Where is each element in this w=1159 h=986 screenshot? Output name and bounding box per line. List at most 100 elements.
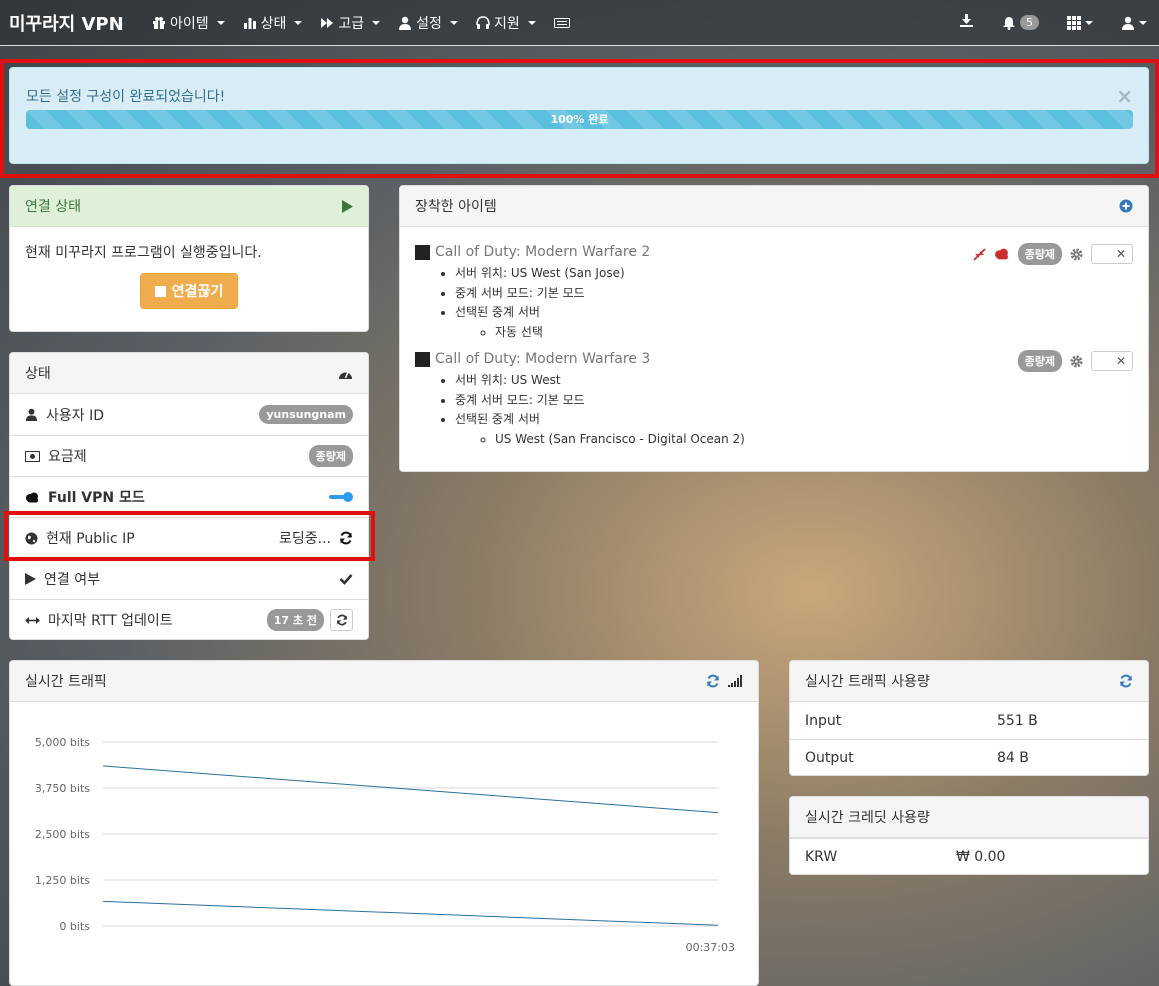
list-item: 선택된 중계 서버 자동 선택 — [455, 303, 1135, 342]
game-logo-icon — [415, 351, 430, 367]
nav-status-label: 상태 — [260, 15, 287, 32]
plan-badge: 종량제 — [308, 445, 353, 467]
y-tick-label: 2,500 bits — [35, 828, 90, 841]
game-controls: 종량제 ✕ — [1017, 350, 1133, 372]
nav-keyboard-button[interactable] — [553, 17, 570, 29]
usage-key: Input — [805, 712, 842, 729]
equipped-items-heading: 장착한 아이템 — [400, 186, 1148, 227]
game-details-list: 서버 위치: US West (San Jose) 중계 서버 모드: 기본 모… — [455, 264, 1135, 342]
alert-message: 모든 설정 구성이 완료되었습니다! — [26, 89, 226, 105]
unequip-toggle[interactable]: ✕ — [1091, 244, 1133, 264]
realtime-traffic-heading: 실시간 트래픽 — [10, 661, 758, 702]
brand-logo[interactable]: 미꾸라지 VPN — [0, 10, 140, 36]
game-details-list: 서버 위치: US West 중계 서버 모드: 기본 모드 선택된 중계 서버… — [455, 371, 1135, 449]
status-row-user-id: 사용자 ID yunsungnam — [10, 394, 368, 435]
user-icon — [1122, 16, 1134, 30]
apps-grid-menu[interactable] — [1067, 15, 1093, 30]
plan-badge: 종량제 — [1017, 350, 1062, 372]
compress-icon[interactable] — [972, 247, 986, 261]
traffic-line-chart: 5,000 bits 3,750 bits 2,500 bits 1,250 bits… — [35, 736, 735, 954]
connection-status-panel: 연결 상태 현재 미꾸라지 프로그램이 실행중입니다. 연결끊기 — [9, 185, 369, 332]
signal-icon[interactable] — [728, 675, 743, 687]
connection-status-heading: 연결 상태 — [10, 186, 368, 227]
chevron-down-icon — [1085, 20, 1093, 25]
series-line — [102, 765, 719, 814]
alert-close-button[interactable]: × — [1116, 84, 1133, 108]
realtime-traffic-panel: 실시간 트래픽 5,000 bits 3,750 bits 2,500 bits 1,… — [9, 660, 759, 986]
rtt-label: 마지막 RTT 업데이트 — [48, 613, 173, 629]
gear-icon[interactable] — [1070, 248, 1083, 261]
y-tick-label: 3,750 bits — [35, 782, 90, 795]
keyboard-icon — [553, 17, 570, 28]
nav-advanced-menu[interactable]: 고급 — [320, 13, 381, 33]
list-item: 선택된 중계 서버 US West (San Francisco - Digit… — [455, 410, 1135, 449]
y-tick-label: 1,250 bits — [35, 874, 90, 887]
chevron-down-icon — [372, 20, 381, 25]
rtt-refresh-button[interactable] — [330, 609, 353, 631]
usage-key: Output — [805, 750, 854, 766]
nav-items-menu[interactable]: 아이템 — [152, 13, 225, 33]
nav-support-menu[interactable]: 지원 — [476, 13, 536, 33]
check-icon — [339, 574, 353, 585]
panel-title: 장착한 아이템 — [415, 199, 497, 215]
gift-icon — [153, 16, 165, 29]
table-row: KRW ₩ 0.00 — [790, 838, 1148, 874]
account-menu[interactable] — [1121, 16, 1147, 30]
list-item: 서버 위치: US West (San Jose) — [455, 264, 1135, 284]
dashboard-icon — [339, 371, 352, 379]
credit-value: ₩ 0.00 — [956, 849, 1006, 865]
nav-advanced-label: 고급 — [338, 15, 365, 32]
close-icon: ✕ — [1115, 247, 1126, 261]
headphones-icon — [476, 15, 490, 29]
panel-title: 실시간 트래픽 사용량 — [805, 674, 930, 690]
user-id-label: 사용자 ID — [46, 407, 104, 424]
rtt-badge: 17 초 전 — [266, 609, 324, 631]
panel-title: 상태 — [25, 366, 51, 382]
full-vpn-toggle[interactable] — [329, 492, 353, 502]
game-controls: 종량제 ✕ — [972, 243, 1133, 265]
status-heading: 상태 — [10, 353, 368, 394]
traffic-usage-table: Input 551 B Output 84 B — [790, 702, 1148, 775]
setup-progress: 100% 완료 — [26, 110, 1133, 129]
plan-label: 요금제 — [48, 449, 87, 465]
status-row-plan: 요금제 종량제 — [10, 435, 368, 476]
chevron-down-icon — [449, 20, 458, 25]
status-row-connected: 연결 여부 — [10, 558, 368, 599]
connection-message: 현재 미꾸라지 프로그램이 실행중입니다. — [25, 245, 262, 261]
nav-items-label: 아이템 — [170, 15, 209, 32]
status-panel: 상태 사용자 ID yunsungnam 요금제 종량제 Full VPN 모드 — [9, 352, 369, 640]
nav-settings-menu[interactable]: 설정 — [398, 13, 458, 33]
list-item: 자동 선택 — [495, 323, 1135, 343]
cloud-icon[interactable] — [994, 248, 1010, 260]
usage-value: 84 B — [997, 750, 1029, 766]
cloud-icon — [26, 492, 38, 502]
play-icon[interactable] — [341, 199, 353, 213]
unequip-toggle[interactable]: ✕ — [1091, 351, 1133, 371]
disconnect-button[interactable]: 연결끊기 — [139, 273, 239, 309]
add-item-icon[interactable] — [1119, 199, 1133, 213]
y-tick-label: 0 bits — [59, 920, 90, 933]
connected-label: 연결 여부 — [44, 572, 100, 588]
bar-chart-icon — [243, 17, 256, 29]
game-name[interactable]: Call of Duty: Modern Warfare 3 — [435, 351, 650, 367]
user-id-badge: yunsungnam — [259, 405, 353, 424]
refresh-icon[interactable] — [706, 674, 720, 688]
panel-title: 연결 상태 — [25, 199, 81, 215]
traffic-usage-panel: 실시간 트래픽 사용량 Input 551 B Output 84 B — [789, 660, 1149, 776]
panel-title: 실시간 크레딧 사용량 — [805, 810, 930, 826]
close-icon: ✕ — [1115, 354, 1126, 368]
nav-settings-label: 설정 — [416, 15, 442, 32]
game-name[interactable]: Call of Duty: Modern Warfare 2 — [435, 244, 650, 260]
download-button[interactable] — [959, 13, 974, 32]
gear-icon[interactable] — [1070, 355, 1083, 368]
notifications-button[interactable]: 5 — [1002, 15, 1039, 30]
chevron-down-icon — [1139, 20, 1147, 25]
nav-status-menu[interactable]: 상태 — [243, 13, 303, 33]
list-item: 서버 위치: US West — [455, 371, 1135, 391]
nav-support-label: 지원 — [493, 15, 520, 32]
plan-badge: 종량제 — [1017, 243, 1062, 265]
refresh-icon[interactable] — [1119, 674, 1133, 688]
x-tick-label: 00:37:03 — [686, 941, 735, 954]
progress-bar: 100% 완료 — [26, 110, 1133, 129]
series-line — [102, 900, 719, 926]
